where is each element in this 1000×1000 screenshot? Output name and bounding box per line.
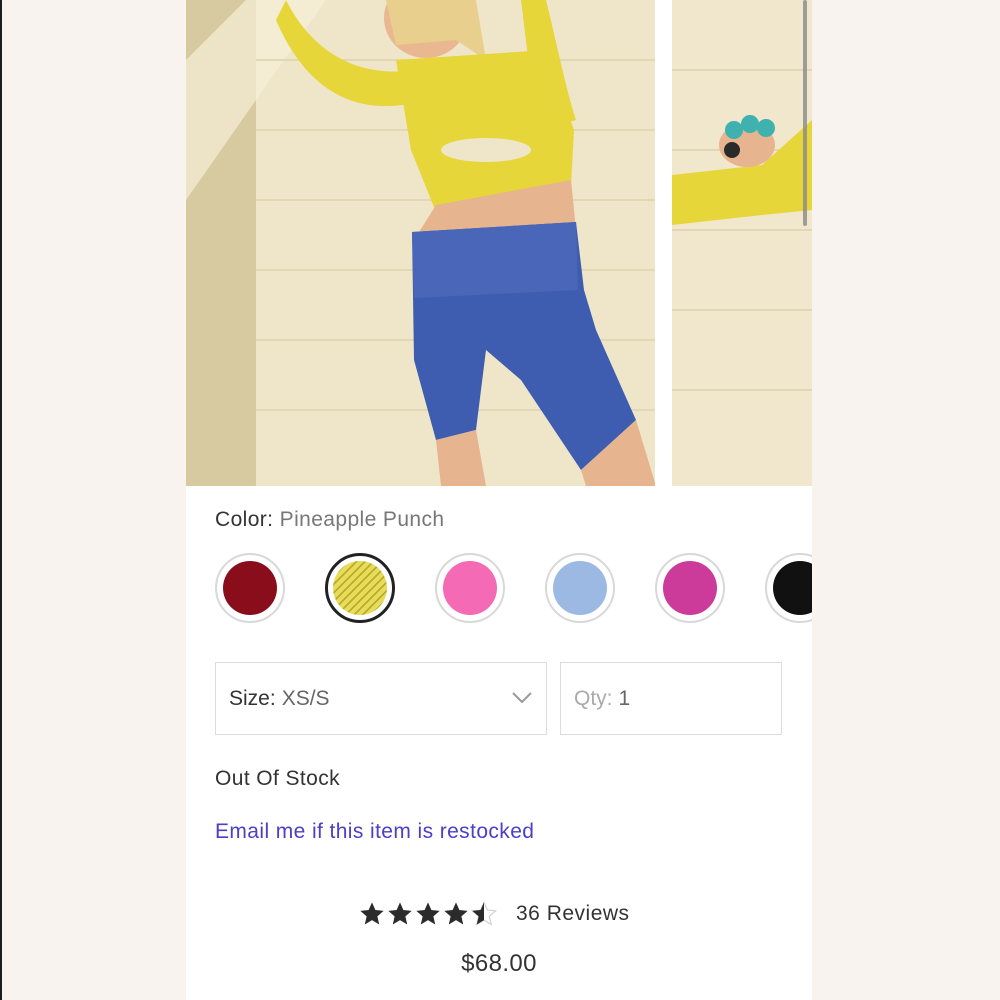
price: $68.00 [461, 950, 537, 977]
color-swatch-pineapple-punch[interactable] [325, 553, 395, 623]
color-selection-label: Color: Pineapple Punch [215, 508, 444, 532]
swatch-color-fill [663, 561, 717, 615]
product-panel: Color: Pineapple Punch Size: XS/S Qty: 1… [186, 0, 812, 1000]
scrollbar[interactable] [803, 0, 807, 226]
color-swatches [215, 553, 812, 627]
swatch-color-fill [773, 561, 812, 615]
stock-status: Out Of Stock [215, 767, 341, 790]
color-label: Color: [215, 508, 274, 531]
swatch-color-fill [553, 561, 607, 615]
swatch-color-fill [223, 561, 277, 615]
star-icon [360, 902, 384, 925]
star-icon [388, 902, 412, 925]
color-swatch-light-blue[interactable] [545, 553, 615, 623]
swatch-color-fill [443, 561, 497, 615]
star-icon [416, 902, 440, 925]
quantity-field[interactable]: Qty: 1 [560, 662, 782, 735]
screen-edge [0, 0, 2, 1000]
color-swatch-magenta[interactable] [655, 553, 725, 623]
color-swatch-pink[interactable] [435, 553, 505, 623]
star-icon [444, 902, 468, 925]
color-value: Pineapple Punch [279, 508, 445, 531]
size-select[interactable]: Size: XS/S [215, 662, 547, 735]
star-icon [470, 900, 498, 926]
chevron-down-icon [512, 692, 532, 704]
star-rating [358, 900, 498, 928]
reviews-count[interactable]: 36 Reviews [516, 902, 630, 926]
product-photo-next[interactable] [672, 0, 812, 486]
color-swatch-burgundy[interactable] [215, 553, 285, 623]
product-photo-main[interactable] [186, 0, 655, 486]
swatch-color-fill [333, 561, 387, 615]
qty-value: 1 [618, 686, 631, 710]
restock-email-link[interactable]: Email me if this item is restocked [215, 820, 534, 844]
size-label: Size: [229, 686, 276, 710]
color-swatch-black[interactable] [765, 553, 812, 623]
qty-label: Qty: [574, 686, 613, 710]
image-carousel[interactable] [186, 0, 812, 486]
size-value: XS/S [281, 686, 330, 710]
rating-summary[interactable]: 36 Reviews [358, 900, 630, 928]
